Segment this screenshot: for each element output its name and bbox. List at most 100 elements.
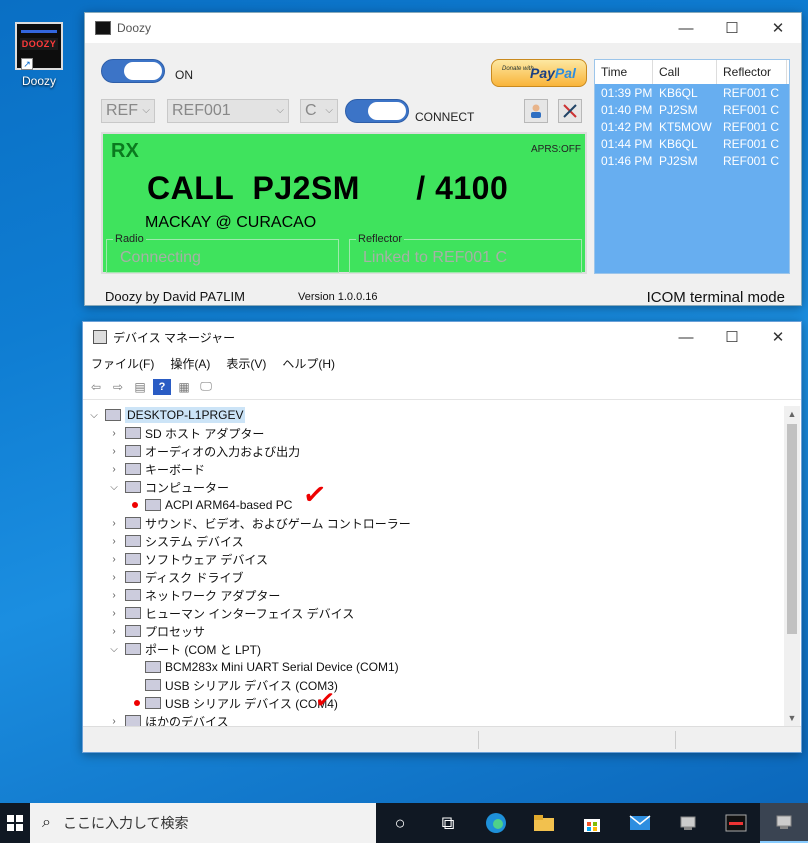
chevron-right-icon: ›: [112, 535, 116, 547]
search-icon: ⌕: [42, 814, 51, 831]
network-adapter-icon: [125, 589, 141, 601]
chevron-down-icon: ⌵: [110, 643, 118, 655]
tree-node[interactable]: ⌵ ポート (COM と LPT): [107, 640, 261, 658]
last-heard-list[interactable]: Time Call Reflector 01:39 PM KB6QL REF001 …: [594, 59, 790, 274]
connect-toggle[interactable]: [345, 99, 409, 123]
tools-button[interactable]: [558, 99, 582, 123]
status-bar: [83, 726, 801, 752]
taskbar-search[interactable]: ⌕ ここに入力して検索: [30, 803, 376, 843]
menu-view[interactable]: 表示(V): [226, 355, 266, 372]
close-button[interactable]: ✕: [755, 322, 801, 352]
monitor-icon[interactable]: 🖵: [197, 379, 215, 395]
back-icon[interactable]: ⇦: [87, 379, 105, 395]
list-item[interactable]: 01:39 PM KB6QL REF001 C: [595, 85, 789, 102]
chevron-right-icon: ›: [112, 607, 116, 619]
chevron-right-icon: ›: [112, 589, 116, 601]
close-button[interactable]: ✕: [755, 13, 801, 43]
doozy-taskbar-icon[interactable]: [712, 803, 760, 843]
user-icon: [531, 104, 541, 118]
chevron-right-icon: ›: [112, 427, 116, 439]
desktop-icon-label: Doozy: [21, 74, 56, 88]
device-tree[interactable]: ⌵ DESKTOP-L1PRGEV › SD ホスト アダプター › オーディオの入力…: [83, 404, 785, 726]
mail-icon[interactable]: [616, 803, 664, 843]
column-header-time[interactable]: Time: [595, 60, 653, 84]
forward-icon[interactable]: ⇨: [109, 379, 127, 395]
doozy-desktop-icon[interactable]: DOOZY ↗ Doozy: [10, 22, 68, 88]
tree-node[interactable]: ACPI ARM64-based PC: [127, 496, 292, 514]
tree-node[interactable]: › ヒューマン インターフェイス デバイス: [107, 604, 354, 622]
tree-root[interactable]: ⌵ DESKTOP-L1PRGEV: [87, 406, 246, 424]
start-button[interactable]: [0, 803, 30, 843]
file-explorer-icon[interactable]: [520, 803, 568, 843]
doozy-titlebar: Doozy — ☐ ✕: [85, 13, 801, 43]
reflector-select[interactable]: REF001 ⌵: [167, 99, 289, 123]
tree-node[interactable]: › システム デバイス: [107, 532, 243, 550]
properties-icon[interactable]: ▤: [131, 379, 149, 395]
tree-node[interactable]: › ネットワーク アダプター: [107, 586, 280, 604]
menu-file[interactable]: ファイル(F): [91, 355, 154, 372]
chevron-right-icon: ›: [112, 625, 116, 637]
edge-icon[interactable]: [472, 803, 520, 843]
cortana-icon[interactable]: ○: [376, 803, 424, 843]
tree-node[interactable]: › ほかのデバイス: [107, 712, 229, 726]
tree-node[interactable]: › プロセッサ: [107, 622, 205, 640]
list-item[interactable]: 01:40 PM PJ2SM REF001 C: [595, 102, 789, 119]
tree-node[interactable]: ⌵ コンピューター: [107, 478, 229, 496]
maximize-button[interactable]: ☐: [709, 13, 755, 43]
scroll-up-icon[interactable]: ▲: [784, 406, 800, 422]
column-header-call[interactable]: Call: [653, 60, 717, 84]
paypal-donate-button[interactable]: Donate with PayPal: [491, 59, 587, 87]
tree-node[interactable]: › SD ホスト アダプター: [107, 424, 264, 442]
module-select[interactable]: C ⌵: [300, 99, 338, 123]
on-toggle[interactable]: [101, 59, 165, 83]
store-icon[interactable]: [568, 803, 616, 843]
devmgr-window-title: デバイス マネージャー: [113, 330, 236, 345]
row-call: PJ2SM: [659, 103, 698, 117]
list-item[interactable]: 01:44 PM KB6QL REF001 C: [595, 136, 789, 153]
scroll-thumb[interactable]: [787, 424, 797, 634]
taskbar: ⌕ ここに入力して検索 ○ ⧉: [0, 803, 808, 843]
minimize-button[interactable]: —: [663, 13, 709, 43]
device-manager-taskbar-icon[interactable]: [664, 803, 712, 843]
rx-indicator: RX: [111, 140, 139, 162]
connect-label: CONNECT: [415, 110, 475, 124]
search-placeholder: ここに入力して検索: [62, 815, 189, 831]
list-item[interactable]: 01:46 PM PJ2SM REF001 C: [595, 153, 789, 170]
maximize-button[interactable]: ☐: [709, 322, 755, 352]
menu-bar: ファイル(F) 操作(A) 表示(V) ヘルプ(H): [83, 352, 801, 374]
menu-help[interactable]: ヘルプ(H): [282, 355, 335, 372]
scroll-down-icon[interactable]: ▼: [784, 710, 800, 726]
tree-node[interactable]: › サウンド、ビデオ、およびゲーム コントローラー: [107, 514, 410, 532]
list-item[interactable]: 01:42 PM KT5MOW REF001 C: [595, 119, 789, 136]
checkmark-annotation-icon: ✓: [313, 685, 337, 716]
minimize-button[interactable]: —: [663, 322, 709, 352]
row-call: KB6QL: [659, 86, 698, 100]
menu-action[interactable]: 操作(A): [170, 355, 210, 372]
tree-node[interactable]: USB シリアル デバイス (COM4): [127, 694, 338, 712]
task-view-icon[interactable]: ⧉: [424, 803, 472, 843]
tree-node[interactable]: › ソフトウェア デバイス: [107, 550, 268, 568]
radio-caption: Radio: [113, 233, 146, 245]
on-label: ON: [175, 68, 193, 82]
last-heard-header: Time Call Reflector: [595, 60, 789, 84]
user-settings-button[interactable]: [524, 99, 548, 123]
call-display: CALL PJ2SM / 4100: [147, 170, 509, 206]
tree-node[interactable]: USB シリアル デバイス (COM3): [127, 676, 338, 694]
tree-node[interactable]: › オーディオの入力および出力: [107, 442, 300, 460]
device-manager-window: デバイス マネージャー — ☐ ✕ ファイル(F) 操作(A) 表示(V) ヘル…: [82, 321, 802, 753]
tree-node[interactable]: › キーボード: [107, 460, 205, 478]
row-call: PJ2SM: [659, 154, 698, 168]
help-icon[interactable]: ?: [153, 378, 171, 395]
chevron-right-icon: ›: [112, 715, 116, 727]
tree-node[interactable]: BCM283x Mini UART Serial Device (COM1): [127, 658, 399, 676]
qth-display: MACKAY @ CURACAO: [145, 214, 317, 231]
column-header-reflector[interactable]: Reflector: [717, 60, 787, 84]
device-manager-active-taskbar-icon[interactable]: [760, 803, 808, 843]
speaker-icon: [125, 445, 141, 457]
device-manager-icon: [93, 330, 107, 344]
details-icon[interactable]: ▦: [175, 379, 193, 395]
vertical-scrollbar[interactable]: ▲ ▼: [784, 406, 800, 726]
tree-node[interactable]: › ディスク ドライブ: [107, 568, 243, 586]
mode-select[interactable]: REF ⌵: [101, 99, 155, 123]
doozy-logo: DOOZY: [20, 38, 58, 50]
